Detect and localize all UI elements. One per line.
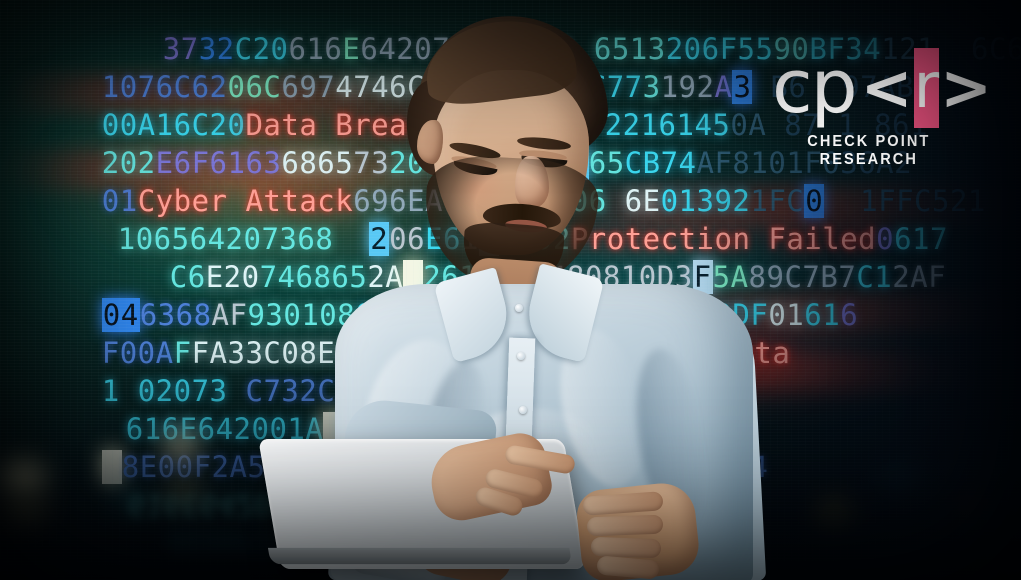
banner-image: 3732C20616E642070617463 6513206F5590BF34… — [0, 0, 1021, 580]
overall-vignette — [0, 0, 1021, 580]
